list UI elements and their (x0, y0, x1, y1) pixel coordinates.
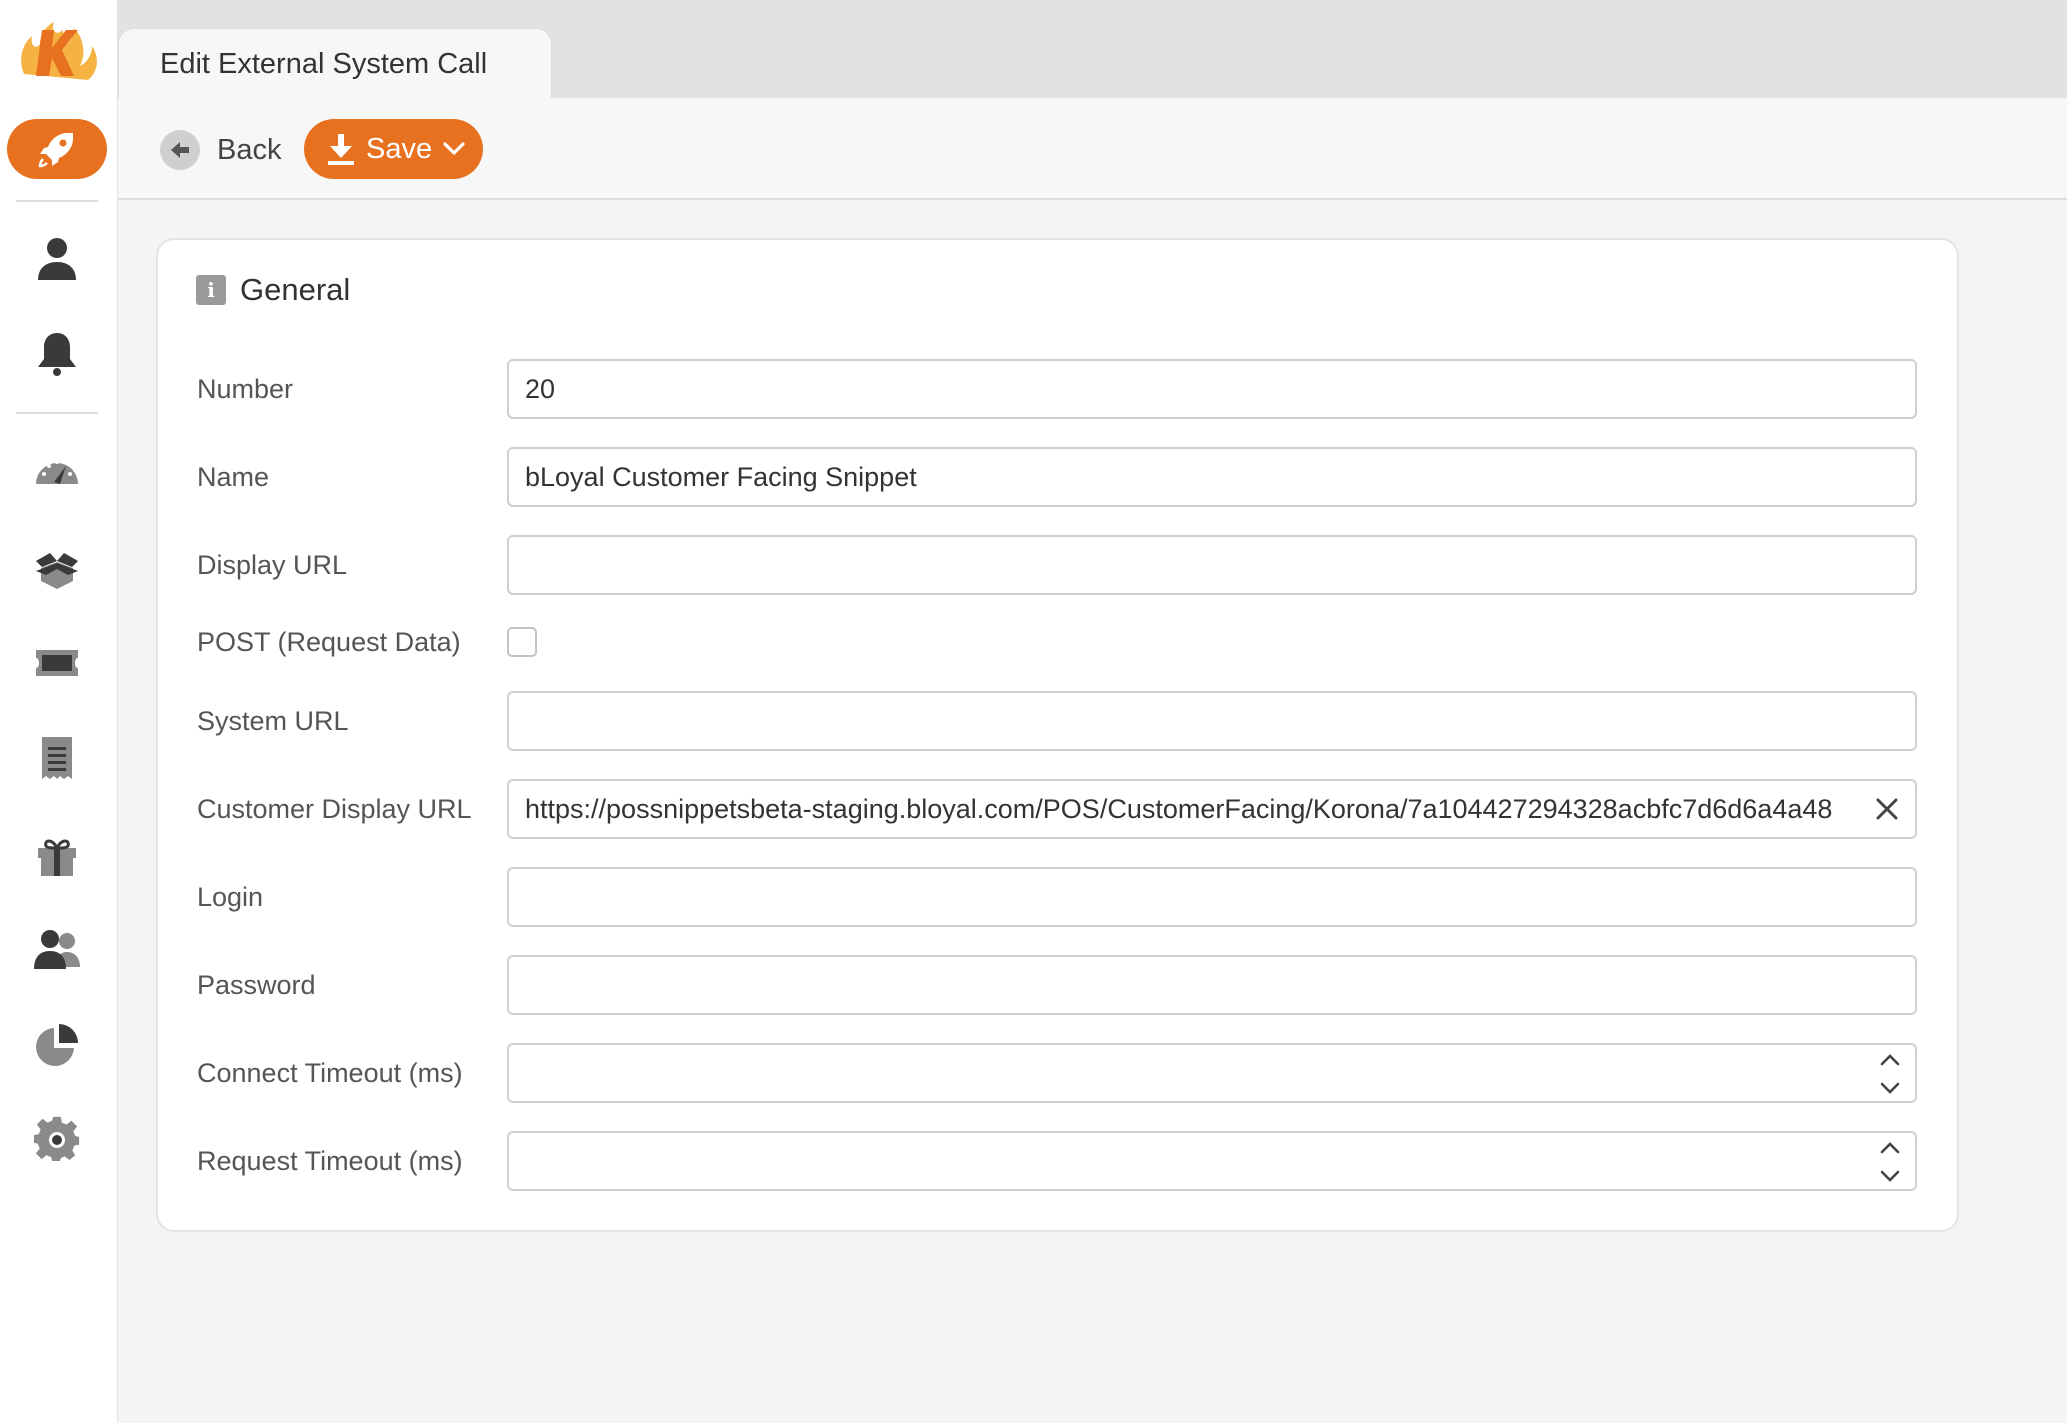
form-row-name: Name bLoyal Customer Facing Snippet (196, 447, 1917, 507)
request-timeout-label: Request Timeout (ms) (197, 1145, 463, 1176)
form-row-customer-display-url: Customer Display URL https://possnippets… (196, 779, 1917, 839)
dashboard-gauge-icon (36, 460, 78, 484)
gift-icon (38, 839, 76, 876)
post-label: POST (Request Data) (197, 626, 461, 657)
section-title: General (240, 272, 351, 307)
password-label: Password (197, 969, 316, 1000)
sidebar-item-notifications[interactable] (27, 324, 87, 384)
back-button[interactable]: Back (160, 128, 281, 172)
request-timeout-input[interactable] (507, 1131, 1917, 1191)
password-input[interactable] (507, 955, 1917, 1015)
rocket-icon (38, 133, 73, 168)
system-url-label: System URL (197, 705, 349, 736)
chevron-down-icon[interactable] (442, 141, 466, 157)
name-input[interactable]: bLoyal Customer Facing Snippet (507, 447, 1917, 507)
sidebar-item-customers[interactable] (27, 920, 87, 980)
rocket-button[interactable] (7, 119, 107, 179)
number-spinner[interactable] (1877, 1141, 1903, 1183)
login-label: Login (197, 881, 264, 912)
tab-title: Edit External System Call (160, 48, 488, 80)
ticket-icon (36, 650, 78, 676)
customer-display-url-value: https://possnippetsbeta-staging.bloyal.c… (525, 793, 1833, 824)
form-row-number: Number 20 (196, 359, 1917, 419)
gear-icon (33, 1116, 80, 1161)
sidebar-item-user[interactable] (27, 229, 87, 289)
sidebar-item-dashboard[interactable] (27, 443, 87, 503)
sidebar-item-tickets[interactable] (27, 633, 87, 693)
download-icon (328, 134, 354, 165)
connect-timeout-label: Connect Timeout (ms) (197, 1057, 463, 1088)
display-url-label: Display URL (197, 549, 348, 580)
save-button[interactable]: Save (304, 119, 483, 179)
number-value: 20 (525, 373, 556, 404)
users-icon (34, 930, 80, 969)
customer-display-url-input[interactable]: https://possnippetsbeta-staging.bloyal.c… (507, 779, 1917, 839)
chevron-down-icon[interactable] (1879, 1081, 1901, 1095)
logo[interactable] (14, 14, 104, 86)
customer-display-url-label: Customer Display URL (197, 793, 472, 824)
name-label: Name (197, 461, 270, 492)
chevron-up-icon[interactable] (1879, 1141, 1901, 1155)
back-arrow-icon (160, 130, 200, 170)
back-label: Back (217, 133, 282, 166)
sidebar-item-reports[interactable] (27, 1015, 87, 1075)
system-url-input[interactable] (507, 691, 1917, 751)
form-row-post: POST (Request Data) (196, 612, 1916, 672)
form-row-system-url: System URL (196, 691, 1917, 751)
form-row-connect-timeout: Connect Timeout (ms) (196, 1043, 1917, 1103)
form-row-display-url: Display URL (196, 535, 1917, 595)
receipt-icon (42, 737, 72, 779)
post-checkbox[interactable] (507, 627, 537, 657)
sidebar-item-receipts[interactable] (27, 728, 87, 788)
number-spinner[interactable] (1877, 1053, 1903, 1095)
sidebar-separator (16, 200, 98, 202)
info-icon: i (196, 275, 226, 305)
number-label: Number (197, 373, 294, 404)
form-row-password: Password (196, 955, 1917, 1015)
form-row-request-timeout: Request Timeout (ms) (196, 1131, 1917, 1191)
connect-timeout-input[interactable] (507, 1043, 1917, 1103)
open-box-icon (36, 553, 78, 589)
bell-icon (38, 333, 76, 376)
number-input[interactable]: 20 (507, 359, 1917, 419)
sidebar-separator (16, 412, 98, 414)
name-value: bLoyal Customer Facing Snippet (525, 461, 917, 492)
section-header: i General (196, 270, 350, 310)
chevron-down-icon[interactable] (1879, 1169, 1901, 1183)
sidebar (0, 0, 118, 1423)
sidebar-item-products[interactable] (27, 538, 87, 598)
form-row-login: Login (196, 867, 1917, 927)
sidebar-item-settings[interactable] (27, 1110, 87, 1170)
chevron-up-icon[interactable] (1879, 1053, 1901, 1067)
sidebar-item-gift[interactable] (27, 825, 87, 885)
pie-chart-icon (36, 1024, 78, 1066)
save-label: Save (366, 132, 433, 165)
user-icon (38, 238, 76, 280)
display-url-input[interactable] (507, 535, 1917, 595)
clear-icon[interactable] (1867, 789, 1907, 829)
login-input[interactable] (507, 867, 1917, 927)
tab-edit-external-system-call[interactable]: Edit External System Call (118, 28, 552, 100)
